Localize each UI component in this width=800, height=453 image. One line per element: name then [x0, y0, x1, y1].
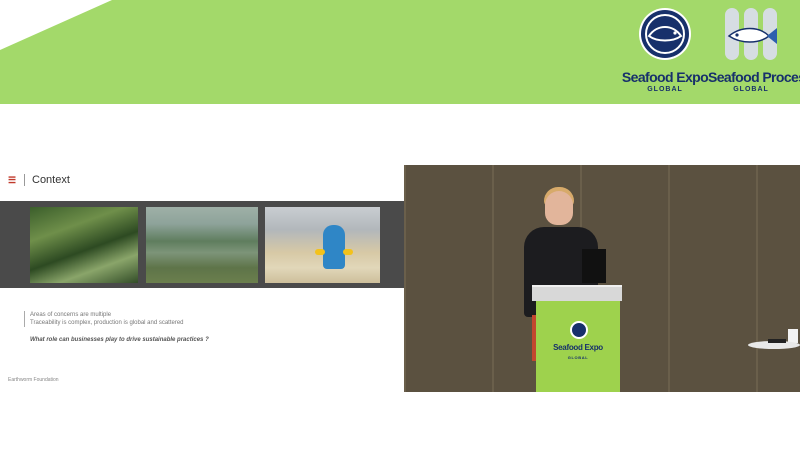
slide-question: What role can businesses play to drive s… — [30, 337, 209, 343]
slide-header: ☰ Context — [8, 173, 70, 187]
seafood-processing-title: Seafood Processing — [708, 69, 800, 85]
worker-figure — [323, 225, 345, 269]
seafood-expo-title: Seafood Expo — [621, 69, 709, 85]
seafood-processing-subtitle: GLOBAL — [733, 86, 769, 93]
lectern-logo-title: Seafood Expo — [553, 343, 603, 352]
header-divider — [24, 174, 25, 186]
speaker-video: Seafood Expo GLOBAL — [404, 165, 800, 392]
fish-icon — [725, 8, 777, 60]
lectern-globe-icon — [570, 321, 588, 339]
globe-fish-icon — [639, 8, 691, 60]
worker-glove-left — [315, 249, 325, 255]
photo-strip — [0, 201, 404, 288]
laptop — [582, 249, 606, 283]
seafood-processing-logo: Seafood Processing GLOBAL — [708, 6, 800, 102]
top-banner: Seafood Expo GLOBAL Seafood Processing G… — [0, 0, 800, 104]
lectern-logo-subtitle: GLOBAL — [567, 355, 589, 360]
slide-footer: Earthworm Foundation — [8, 377, 59, 383]
slide-line: Areas of concerns are multiple — [30, 312, 112, 318]
worker-glove-right — [343, 249, 353, 255]
banner-white-wedge — [0, 0, 112, 50]
slide-bullets: Areas of concerns are multiple Traceabil… — [24, 311, 184, 327]
slide-line: Traceability is complex, production is g… — [30, 320, 184, 326]
presentation-slide: ☰ Context Areas of concerns are multiple… — [0, 165, 404, 392]
seafood-expo-logo: Seafood Expo GLOBAL — [620, 6, 710, 102]
microphone — [768, 339, 786, 343]
aquaculture-ponds-photo — [146, 207, 258, 283]
lectern: Seafood Expo GLOBAL — [536, 301, 620, 392]
processing-plant-photo — [265, 207, 380, 283]
mangrove-photo — [30, 207, 138, 283]
speaker-head — [545, 191, 573, 225]
brand-mark-icon: ☰ — [8, 175, 17, 185]
webinar-screen: Seafood Expo GLOBAL Seafood Processing G… — [0, 0, 800, 453]
seafood-expo-subtitle: GLOBAL — [647, 86, 683, 93]
lectern-top — [532, 285, 622, 301]
slide-title: Context — [32, 174, 70, 186]
